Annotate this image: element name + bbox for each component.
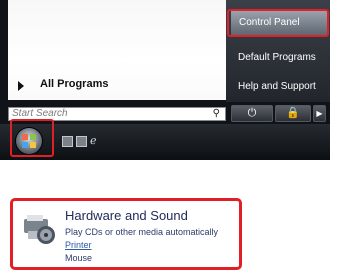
help-and-support-label: Help and Support <box>238 81 316 92</box>
switch-windows-icon[interactable] <box>76 136 87 147</box>
mouse-link[interactable]: Mouse <box>65 253 92 263</box>
show-desktop-icon[interactable] <box>62 136 73 147</box>
lock-button[interactable]: 🔒 <box>275 105 311 122</box>
search-placeholder: Start Search <box>12 108 68 119</box>
control-panel-highlight-box <box>227 9 329 37</box>
help-and-support-item[interactable]: Help and Support <box>226 76 330 98</box>
hardware-and-sound-icon <box>24 215 55 244</box>
search-icon: ⚲ <box>212 108 220 119</box>
internet-explorer-icon[interactable]: ℯ <box>90 134 101 147</box>
all-programs-item[interactable]: All Programs <box>8 74 208 94</box>
arrow-right-icon <box>18 81 24 91</box>
hardware-and-sound-category[interactable]: Hardware and Sound Play CDs or other med… <box>10 198 242 270</box>
play-cds-link[interactable]: Play CDs or other media automatically <box>65 227 218 237</box>
shutdown-options-arrow-icon[interactable]: ▶ <box>313 105 326 122</box>
all-programs-label: All Programs <box>40 78 109 90</box>
start-button-highlight-box <box>10 119 54 157</box>
default-programs-label: Default Programs <box>238 52 316 63</box>
power-button[interactable]: ⏻ <box>231 105 273 122</box>
default-programs-item[interactable]: Default Programs <box>226 47 330 69</box>
category-title[interactable]: Hardware and Sound <box>65 208 188 223</box>
power-controls: ⏻ 🔒 ▶ <box>231 105 326 122</box>
printer-link[interactable]: Printer <box>65 240 92 250</box>
